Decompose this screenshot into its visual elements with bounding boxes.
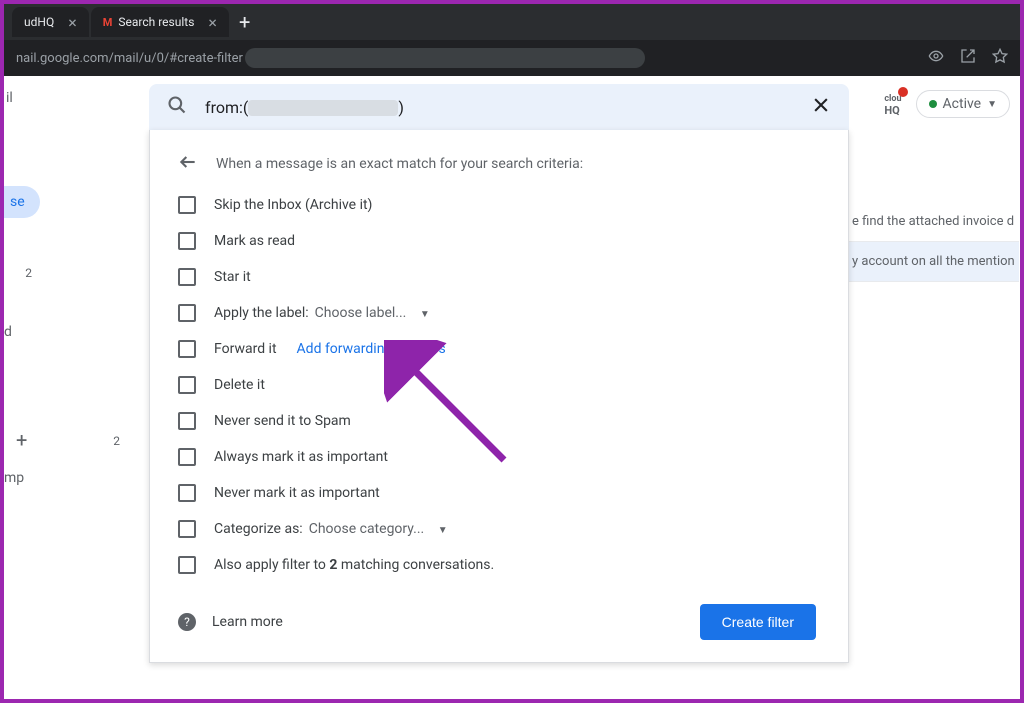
back-arrow-icon[interactable] [178, 152, 198, 176]
url-blur [245, 48, 645, 68]
filter-option-categorize[interactable]: Categorize as: Choose category... ▼ [178, 520, 816, 538]
option-label: Apply the label: [214, 305, 309, 321]
checkbox[interactable] [178, 268, 196, 286]
checkbox[interactable] [178, 412, 196, 430]
checkbox[interactable] [178, 556, 196, 574]
option-label: Mark as read [214, 233, 295, 249]
close-icon[interactable]: × [208, 13, 217, 32]
tab-label: Search results [118, 15, 194, 29]
filter-option-forward[interactable]: Forward it Add forwarding address [178, 340, 816, 358]
search-filter-container: from:() When a message is an exact match… [149, 84, 849, 663]
add-forwarding-link[interactable]: Add forwarding address [297, 341, 446, 357]
option-label: Never mark it as important [214, 485, 380, 501]
filter-option-always-important[interactable]: Always mark it as important [178, 448, 816, 466]
chevron-down-icon: ▼ [420, 309, 430, 320]
browser-tab-strip: udHQ × M Search results × + [4, 4, 1020, 40]
learn-more-link[interactable]: Learn more [212, 614, 283, 630]
checkbox[interactable] [178, 484, 196, 502]
checkbox[interactable] [178, 232, 196, 250]
sidebar-item-selected[interactable]: se [4, 186, 40, 218]
url-text[interactable]: nail.google.com/mail/u/0/#create-filter [16, 51, 243, 66]
option-label: Skip the Inbox (Archive it) [214, 197, 372, 213]
choose-label-dropdown[interactable]: Choose label... ▼ [315, 305, 430, 321]
checkbox[interactable] [178, 196, 196, 214]
checkbox[interactable] [178, 520, 196, 538]
email-row-snippet[interactable]: y account on all the mention [848, 242, 1019, 282]
browser-action-icons [928, 48, 1008, 68]
option-label: Forward it [214, 341, 277, 357]
search-bar[interactable]: from:() [149, 84, 849, 130]
option-label: Categorize as: [214, 521, 303, 537]
status-pill[interactable]: Active ▼ [916, 90, 1010, 118]
notification-dot-icon [898, 87, 908, 97]
active-dot-icon [929, 100, 937, 108]
filter-option-apply-label[interactable]: Apply the label: Choose label... ▼ [178, 304, 816, 322]
new-label-button[interactable]: + [4, 428, 40, 452]
close-icon[interactable]: × [68, 13, 77, 32]
option-label: Also apply filter to 2 matching conversa… [214, 557, 494, 573]
filter-option-also-apply[interactable]: Also apply filter to 2 matching conversa… [178, 556, 816, 574]
cloudhq-badge[interactable]: clouHQ [884, 91, 901, 117]
filter-option-never-spam[interactable]: Never send it to Spam [178, 412, 816, 430]
redacted-blur [248, 100, 398, 116]
filter-option-star[interactable]: Star it [178, 268, 816, 286]
tab-cloudhq[interactable]: udHQ × [12, 7, 89, 37]
create-filter-button[interactable]: Create filter [700, 604, 816, 640]
share-icon[interactable] [960, 48, 976, 68]
new-tab-button[interactable]: + [239, 10, 250, 34]
filter-footer: ? Learn more Create filter [178, 604, 816, 640]
search-icon[interactable] [167, 95, 187, 119]
option-label: Delete it [214, 377, 265, 393]
status-label: Active [943, 96, 982, 112]
tab-search-results[interactable]: M Search results × [91, 7, 229, 37]
filter-header: When a message is an exact match for you… [178, 152, 816, 176]
address-bar: nail.google.com/mail/u/0/#create-filter [4, 40, 1020, 76]
chevron-down-icon: ▼ [438, 525, 448, 536]
right-header-widgets: clouHQ Active ▼ [884, 90, 1010, 118]
filter-option-mark-read[interactable]: Mark as read [178, 232, 816, 250]
sidebar-count: 2 [4, 266, 40, 280]
checkbox[interactable] [178, 448, 196, 466]
background-email-rows: e find the attached invoice d y account … [848, 202, 1019, 282]
search-input[interactable]: from:() [205, 98, 404, 117]
clear-search-button[interactable] [811, 95, 831, 120]
checkbox[interactable] [178, 304, 196, 322]
checkbox[interactable] [178, 340, 196, 358]
help-icon[interactable]: ? [178, 613, 196, 631]
filter-header-text: When a message is an exact match for you… [216, 156, 583, 172]
left-sidebar-partial: il se 2 d + mp 2 [4, 84, 40, 486]
choose-category-dropdown[interactable]: Choose category... ▼ [309, 521, 448, 537]
option-label: Always mark it as important [214, 449, 388, 465]
gmail-icon: M [103, 16, 113, 29]
filter-panel: When a message is an exact match for you… [149, 130, 849, 663]
main-area: clouHQ Active ▼ e find the attached invo… [4, 76, 1020, 699]
email-row-snippet[interactable]: e find the attached invoice d [848, 202, 1019, 242]
chevron-down-icon: ▼ [987, 99, 997, 110]
filter-option-skip-inbox[interactable]: Skip the Inbox (Archive it) [178, 196, 816, 214]
tab-label: udHQ [24, 15, 54, 29]
checkbox[interactable] [178, 376, 196, 394]
sidebar-item[interactable]: mp [4, 470, 40, 486]
sidebar-count: 2 [113, 434, 120, 448]
filter-option-delete[interactable]: Delete it [178, 376, 816, 394]
option-label: Star it [214, 269, 251, 285]
sidebar-label: il [4, 84, 40, 112]
eye-icon[interactable] [928, 48, 944, 68]
filter-option-never-important[interactable]: Never mark it as important [178, 484, 816, 502]
star-icon[interactable] [992, 48, 1008, 68]
option-label: Never send it to Spam [214, 413, 351, 429]
sidebar-item[interactable]: d [4, 324, 40, 340]
